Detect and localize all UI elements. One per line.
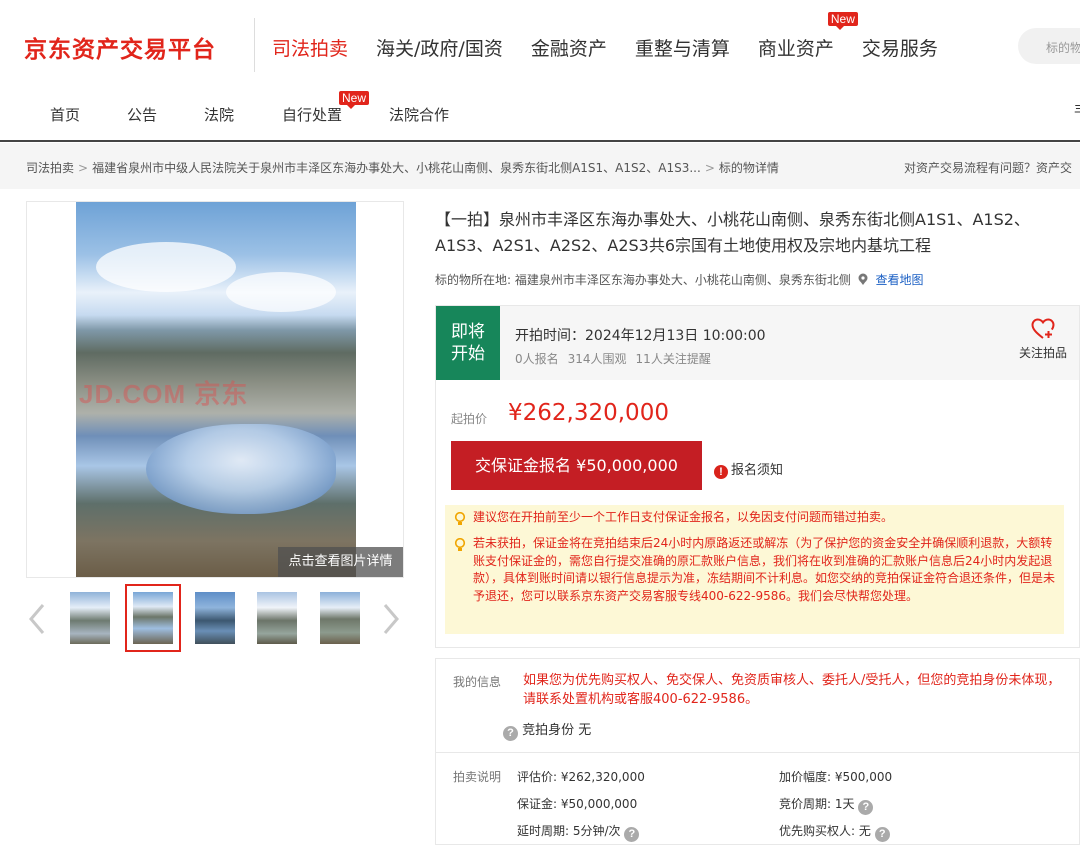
item-title: 【一拍】泉州市丰泽区东海办事处大、小桃花山南侧、泉秀东街北侧A1S1、A1S2、… <box>435 210 1030 255</box>
delay-cycle-text: 延时周期: 5分钟/次 <box>517 824 621 838</box>
thumbnail[interactable] <box>257 592 297 644</box>
breadcrumb-separator: > <box>704 161 715 175</box>
my-info-section: 我的信息 如果您为优先购买权人、免交保人、免资质审核人、委托人/受托人，但您的竞… <box>435 658 1080 753</box>
registration-notice-link[interactable]: ! 报名须知 <box>714 459 783 479</box>
registration-notice-label: 报名须知 <box>731 463 784 478</box>
delay-cycle: 延时周期: 5分钟/次 ? <box>517 822 640 842</box>
subnav-court-cooperation[interactable]: 法院合作 <box>389 104 449 125</box>
jd-watermark: JD.COM 京东 <box>79 379 249 409</box>
subnav-announcements[interactable]: 公告 <box>127 104 157 125</box>
nav-customs-gov[interactable]: 海关/政府/国资 <box>376 34 503 61</box>
reminder-count: 11人关注提醒 <box>635 352 711 366</box>
my-info-label: 我的信息 <box>453 675 502 689</box>
photo-cloud <box>96 242 236 292</box>
deposit-tips: 建议您在开拍前至少一个工作日支付保证金报名，以免因支付问题而错过拍卖。 若未获拍… <box>445 505 1064 634</box>
my-info-text: 如果您为优先购买权人、免交保人、免资质审核人、委托人/受托人，但您的竞拍身份未体… <box>523 673 1061 707</box>
header-divider <box>254 18 255 72</box>
thumbnail[interactable] <box>195 592 235 644</box>
help-icon[interactable]: ? <box>874 827 890 842</box>
appraisal-price: 评估价: ¥262,320,000 <box>517 770 645 784</box>
bidder-identity-label: 竞拍身份 <box>522 723 575 738</box>
heart-plus-icon <box>1031 318 1055 339</box>
thumbnail-selected[interactable] <box>125 584 181 652</box>
alert-icon: ! <box>714 465 728 479</box>
help-link[interactable]: 对资产交易流程有问题？资产交 <box>904 159 1072 176</box>
auction-status-row: 即将开始 开拍时间：2024年12月13日 10:00:00 0人报名 314人围… <box>436 306 1079 380</box>
nav-judicial-auction[interactable]: 司法拍卖 <box>272 34 348 61</box>
location-label: 标的物所在地: <box>435 273 512 287</box>
breadcrumb-bar: 司法拍卖 > 福建省泉州市中级人民法院关于泉州市丰泽区东海办事处大、小桃花山南侧、泉… <box>0 143 1080 189</box>
breadcrumb-separator: > <box>78 161 89 175</box>
nav-restructuring[interactable]: 重整与清算 <box>635 34 730 61</box>
subnav-home[interactable]: 首页 <box>50 104 80 125</box>
view-map-link[interactable]: 查看地图 <box>876 273 924 287</box>
search-input[interactable]: 标的物 <box>1018 28 1080 64</box>
auction-panel: 即将开始 开拍时间：2024年12月13日 10:00:00 0人报名 314人围… <box>435 305 1080 648</box>
view-image-details-button[interactable]: 点击查看图片详情 <box>278 547 403 577</box>
thumbnail[interactable] <box>320 592 360 644</box>
subnav-self-disposal[interactable]: 自行处置 New <box>282 91 370 125</box>
help-icon[interactable]: ? <box>858 800 874 815</box>
bidder-identity-value: 无 <box>578 723 592 738</box>
photo-cloud <box>226 272 336 312</box>
breadcrumb-current: 标的物详情 <box>718 161 779 175</box>
nav-financial-assets[interactable]: 金融资产 <box>531 34 607 61</box>
deposit-amount: 保证金: ¥50,000,000 <box>517 797 638 811</box>
priority-buyer: 优先购买权人: 无 ? <box>779 822 890 842</box>
bid-increment: 加价幅度: ¥500,000 <box>779 770 893 784</box>
bidding-cycle: 竞价周期: 1天 ? <box>779 795 874 815</box>
help-icon[interactable]: ? <box>503 726 518 741</box>
nav-trade-services[interactable]: 交易服务 <box>862 34 938 61</box>
breadcrumb-judicial-auction[interactable]: 司法拍卖 <box>26 161 74 175</box>
lightbulb-icon <box>454 538 466 551</box>
chevron-left-icon[interactable] <box>26 602 48 636</box>
sub-nav: 首页 公告 法院 自行处置 New 法院合作 丰 <box>0 90 1080 142</box>
bidding-cycle-text: 竞价周期: 1天 <box>779 797 855 811</box>
auction-description-label: 拍卖说明 <box>453 770 502 784</box>
auction-status-badge: 即将开始 <box>436 306 500 380</box>
starting-price-label: 起拍价 <box>451 412 488 426</box>
breadcrumb-announcement[interactable]: 福建省泉州市中级人民法院关于泉州市丰泽区东海办事处大、小桃花山南侧、泉秀东街北侧… <box>92 161 701 175</box>
pay-deposit-register-button[interactable]: 交保证金报名 ¥50,000,000 <box>451 441 702 490</box>
follow-item-label: 关注拍品 <box>1018 346 1067 360</box>
auction-description: 拍卖说明 评估价: ¥262,320,000 加价幅度: ¥500,000 保证… <box>435 753 1080 845</box>
item-location: 标的物所在地: 福建泉州市丰泽区东海办事处大、小桃花山南侧、泉秀东街北侧 查看地… <box>435 271 924 288</box>
thumbnail[interactable] <box>70 592 110 644</box>
view-count: 314人围观 <box>567 352 627 366</box>
chevron-right-icon[interactable] <box>380 602 402 636</box>
main-image[interactable]: JD.COM 京东 点击查看图片详情 <box>26 201 404 578</box>
map-pin-icon <box>858 273 868 285</box>
thumbnail-strip <box>26 584 404 652</box>
follow-item-button[interactable]: 关注拍品 <box>1016 318 1070 361</box>
lightbulb-icon <box>454 512 466 525</box>
location-value: 福建泉州市丰泽区东海办事处大、小桃花山南侧、泉秀东街北侧 <box>514 273 851 287</box>
photo-water <box>146 424 336 514</box>
main-nav: 司法拍卖 海关/政府/国资 金融资产 重整与清算 商业资产 New 交易服务 <box>272 12 966 61</box>
deposit-tip: 建议您在开拍前至少一个工作日支付保证金报名，以免因支付问题而错过拍卖。 <box>473 510 894 524</box>
priority-buyer-text: 优先购买权人: 无 <box>779 824 871 838</box>
new-badge: New <box>827 12 858 30</box>
help-icon[interactable]: ? <box>624 827 640 842</box>
breadcrumb: 司法拍卖 > 福建省泉州市中级人民法院关于泉州市丰泽区东海办事处大、小桃花山南侧、泉… <box>26 159 779 176</box>
top-header: 京东资产交易平台 司法拍卖 海关/政府/国资 金融资产 重整与清算 商业资产 N… <box>0 0 1080 90</box>
subnav-self-disposal-label: 自行处置 <box>282 106 343 124</box>
site-logo[interactable]: 京东资产交易平台 <box>24 30 216 64</box>
new-badge: New <box>339 91 370 109</box>
nav-commercial-assets[interactable]: 商业资产 New <box>757 12 858 61</box>
auction-start-time: 开拍时间：2024年12月13日 10:00:00 <box>515 328 766 344</box>
bidder-identity: ? 竞拍身份 无 <box>503 719 591 741</box>
starting-price: ¥262,320,000 <box>508 400 669 426</box>
registered-count: 0人报名 <box>515 352 559 366</box>
subnav-edge-text: 丰 <box>1074 100 1080 120</box>
refund-tip: 若未获拍，保证金将在竞拍结束后24小时内原路返还或解冻（为了保护您的资金安全并确… <box>473 536 1056 603</box>
auction-stats: 0人报名 314人围观 11人关注提醒 <box>515 350 720 367</box>
subnav-courts[interactable]: 法院 <box>204 104 234 125</box>
nav-commercial-assets-label: 商业资产 <box>757 38 834 60</box>
